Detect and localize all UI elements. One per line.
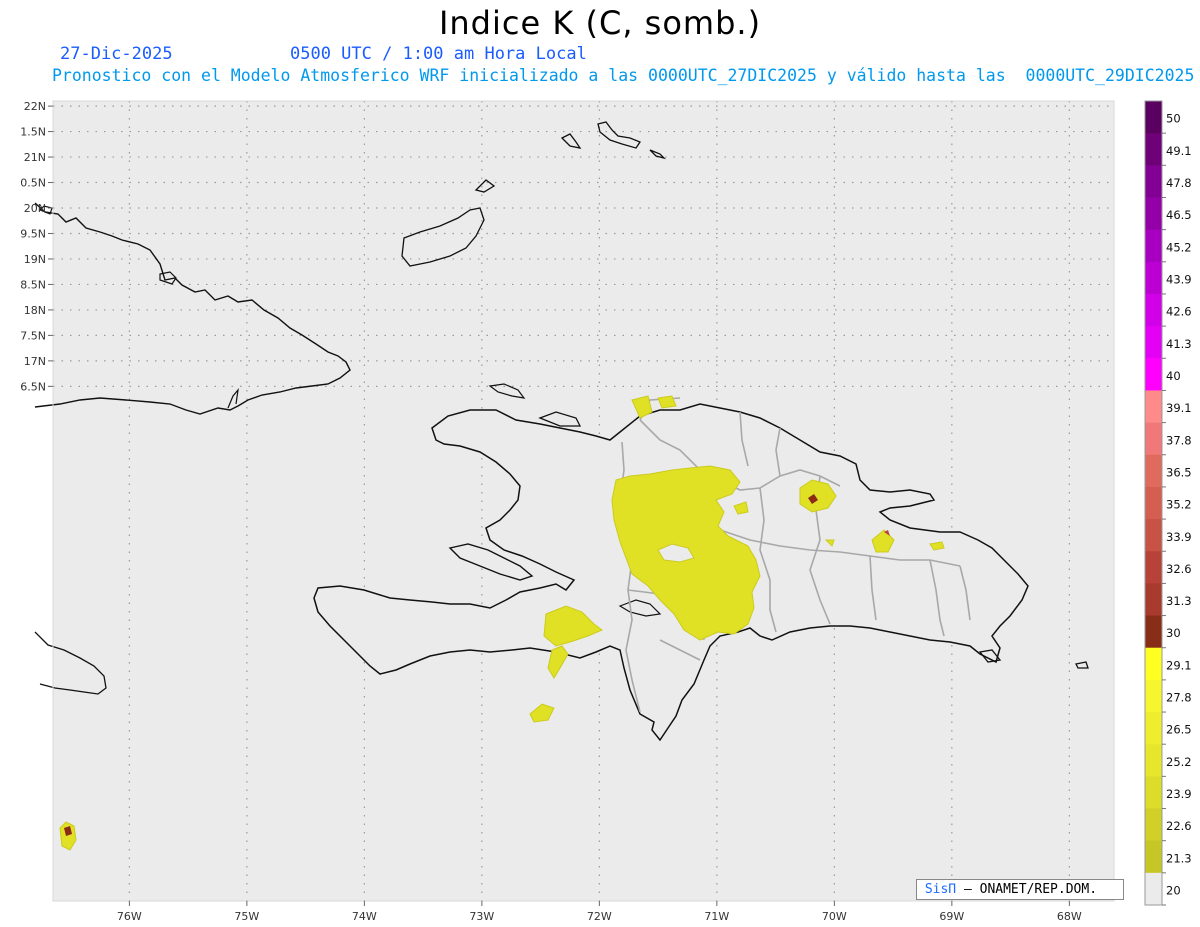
lon-tick-label: 71W	[704, 910, 729, 923]
colorbar-label: 32.6	[1166, 562, 1192, 576]
colorbar-swatch	[1145, 326, 1162, 359]
colorbar-swatch	[1145, 519, 1162, 552]
colorbar-label: 35.2	[1166, 498, 1192, 512]
colorbar-swatch	[1145, 261, 1162, 295]
colorbar-label: 40	[1166, 369, 1181, 383]
colorbar-swatch	[1145, 679, 1162, 713]
colorbar-label: 33.9	[1166, 530, 1192, 544]
colorbar-label: 39.1	[1166, 401, 1192, 415]
credit-box: SisΠ – ONAMET/REP.DOM.	[916, 879, 1124, 900]
lat-tick-label: 6.5N	[20, 380, 46, 393]
lat-tick-label: 8.5N	[20, 278, 46, 291]
colorbar-swatch	[1145, 551, 1162, 584]
colorbar: 50 49.1 47.8 46.5 45.2 43.9 42.6 41.3 40 39.1 37.8…	[1144, 100, 1192, 906]
colorbar-label: 41.3	[1166, 337, 1192, 351]
colorbar-swatch	[1145, 454, 1162, 488]
colorbar-swatch	[1145, 358, 1162, 391]
colorbar-swatch	[1145, 872, 1162, 906]
colorbar-swatch	[1145, 390, 1162, 424]
colorbar-label: 45.2	[1166, 240, 1192, 254]
colorbar-label: 49.1	[1166, 144, 1192, 158]
colorbar-label: 42.6	[1166, 305, 1192, 319]
colorbar-label: 36.5	[1166, 465, 1192, 479]
colorbar-swatch	[1145, 712, 1162, 745]
lat-tick-label: 9.5N	[20, 227, 46, 240]
lat-tick-label: 20N	[24, 202, 46, 215]
colorbar-swatch	[1145, 422, 1162, 456]
lat-tick-label: 0.5N	[20, 177, 46, 190]
colorbar-label: 31.3	[1166, 594, 1192, 608]
colorbar-swatch	[1145, 840, 1162, 874]
lat-tick-label: 19N	[24, 253, 46, 266]
lat-tick-label: 17N	[24, 355, 46, 368]
credit-text: – ONAMET/REP.DOM.	[956, 882, 1098, 897]
colorbar-swatch	[1145, 229, 1162, 263]
colorbar-swatch	[1145, 293, 1162, 327]
colorbar-label: 21.3	[1166, 851, 1192, 865]
colorbar-label: 29.1	[1166, 658, 1192, 672]
sispi-logo: SisΠ	[924, 882, 957, 897]
lon-tick-label: 74W	[352, 910, 377, 923]
colorbar-label: 25.2	[1166, 755, 1192, 769]
colorbar-swatch	[1145, 101, 1162, 134]
colorbar-label: 30	[1166, 626, 1181, 640]
colorbar-swatch	[1145, 808, 1162, 842]
colorbar-label: 20	[1166, 884, 1181, 898]
colorbar-swatch	[1145, 615, 1162, 649]
colorbar-swatch	[1145, 197, 1162, 231]
colorbar-label: 47.8	[1166, 176, 1192, 190]
colorbar-swatch	[1145, 776, 1162, 810]
lat-tick-label: 21N	[24, 151, 46, 164]
lon-tick-label: 73W	[469, 910, 494, 923]
colorbar-label: 50	[1166, 112, 1181, 126]
lat-tick-label: 7.5N	[20, 329, 46, 342]
colorbar-swatch	[1145, 647, 1162, 681]
colorbar-swatch	[1145, 133, 1162, 166]
colorbar-swatch	[1145, 486, 1162, 520]
colorbar-swatch	[1145, 583, 1162, 617]
colorbar-label: 27.8	[1166, 691, 1192, 705]
lon-tick-label: 72W	[587, 910, 612, 923]
lon-tick-label: 68W	[1057, 910, 1082, 923]
lat-tick-label: 1.5N	[20, 126, 46, 139]
colorbar-label: 26.5	[1166, 723, 1192, 737]
lat-tick-label: 22N	[24, 100, 46, 113]
colorbar-label: 46.5	[1166, 208, 1192, 222]
lon-tick-label: 75W	[234, 910, 259, 923]
lat-tick-label: 18N	[24, 304, 46, 317]
colorbar-label: 22.6	[1166, 819, 1192, 833]
lon-tick-label: 70W	[822, 910, 847, 923]
colorbar-swatch	[1145, 165, 1162, 198]
colorbar-label: 23.9	[1166, 787, 1192, 801]
lon-tick-label: 76W	[117, 910, 142, 923]
k-index-map: 76W 75W 74W 73W 72W 71W 70W 69W 68W 22N 1.5N 21N 0.5…	[20, 100, 1192, 923]
colorbar-label: 37.8	[1166, 433, 1192, 447]
colorbar-label: 43.9	[1166, 272, 1192, 286]
colorbar-swatch	[1145, 744, 1162, 777]
lon-tick-label: 69W	[939, 910, 964, 923]
